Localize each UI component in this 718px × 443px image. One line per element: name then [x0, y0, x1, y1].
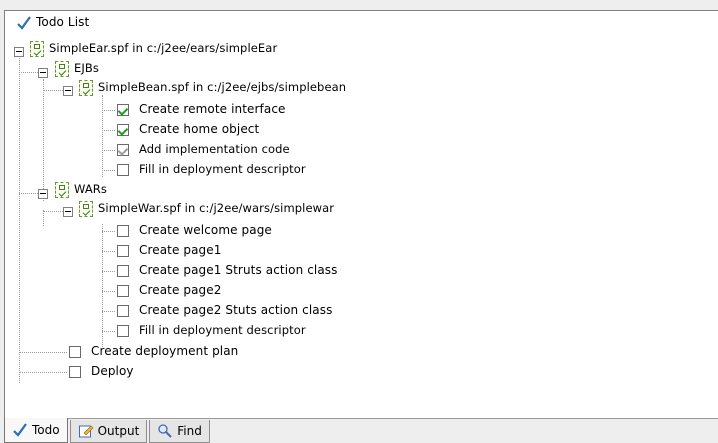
- tab-find[interactable]: Find: [149, 420, 210, 443]
- todo-task[interactable]: Fill in deployment descriptor: [117, 321, 306, 340]
- tree-guide-line: [102, 130, 115, 131]
- todo-tree-panel: Todo List SimpleEar.spf in c:/j2ee/ears/…: [4, 10, 718, 419]
- tree-guide-line: [19, 193, 38, 194]
- todo-task[interactable]: Add implementation code: [117, 140, 290, 159]
- tree-node-label: WARs: [74, 182, 107, 196]
- task-checkbox[interactable]: [117, 163, 129, 176]
- task-label: Fill in deployment descriptor: [139, 323, 306, 337]
- tree-node-label: SimpleWar.spf in c:/j2ee/wars/simplewar: [98, 201, 335, 215]
- todo-file-icon: [79, 79, 93, 96]
- magnifier-icon: [157, 423, 173, 439]
- collapse-toggle[interactable]: [38, 189, 48, 199]
- tree-node-wars[interactable]: WARs: [55, 180, 107, 199]
- tree-guide-line: [43, 211, 65, 212]
- todo-task[interactable]: Create deployment plan: [69, 342, 238, 361]
- tree-guide-line: [102, 150, 115, 151]
- todo-task[interactable]: Create page1: [117, 241, 222, 260]
- collapse-toggle[interactable]: [14, 47, 24, 57]
- todo-task[interactable]: Deploy: [69, 362, 134, 381]
- tree-guide-line: [19, 53, 20, 383]
- tree-guide-line: [19, 352, 67, 353]
- tree-node-label: SimpleEar.spf in c:/j2ee/ears/simpleEar: [49, 41, 278, 55]
- todo-folder-icon: [55, 181, 69, 198]
- check-icon: [17, 15, 31, 30]
- tree-guide-line: [102, 110, 115, 111]
- tree-guide-line: [102, 224, 103, 347]
- collapse-toggle[interactable]: [63, 207, 73, 217]
- tree-guide-line: [43, 79, 44, 201]
- tree-node-label: EJBs: [74, 61, 99, 75]
- task-checkbox[interactable]: [117, 143, 129, 156]
- task-checkbox[interactable]: [117, 304, 129, 317]
- tree-node-label: SimpleBean.spf in c:/j2ee/ejbs/simplebea…: [98, 80, 347, 94]
- collapse-toggle[interactable]: [63, 86, 73, 96]
- tab-label: Find: [177, 424, 202, 438]
- task-checkbox[interactable]: [117, 244, 129, 257]
- todo-task[interactable]: Create welcome page: [117, 221, 272, 240]
- tree-guide-line: [19, 72, 38, 73]
- tab-label: Output: [97, 424, 140, 438]
- pencil-icon: [78, 423, 94, 439]
- todo-file-icon: [30, 40, 44, 57]
- task-checkbox[interactable]: [117, 224, 129, 237]
- task-checkbox[interactable]: [69, 365, 81, 378]
- tree-guide-line: [102, 331, 115, 332]
- tree-guide-line: [102, 311, 115, 312]
- task-checkbox[interactable]: [69, 345, 81, 358]
- task-label: Create page1: [139, 243, 222, 257]
- todo-task[interactable]: Fill in deployment descriptor: [117, 160, 306, 179]
- tree-node-simpleear[interactable]: SimpleEar.spf in c:/j2ee/ears/simpleEar: [30, 39, 277, 58]
- check-icon: [12, 422, 28, 438]
- todo-task[interactable]: Create page1 Struts action class: [117, 261, 337, 280]
- task-checkbox[interactable]: [117, 284, 129, 297]
- todo-task[interactable]: Create remote interface: [117, 100, 286, 119]
- task-label: Create deployment plan: [91, 344, 239, 358]
- task-checkbox[interactable]: [117, 264, 129, 277]
- task-label: Fill in deployment descriptor: [139, 162, 306, 176]
- tree-root-label: Todo List: [36, 15, 90, 29]
- task-label: Create page2 Stuts action class: [139, 303, 333, 317]
- tree-guide-line: [102, 271, 115, 272]
- tab-label: Todo: [32, 423, 60, 437]
- tree-guide-line: [102, 95, 103, 177]
- tab-output[interactable]: Output: [69, 420, 148, 443]
- task-label: Deploy: [91, 364, 134, 378]
- task-label: Create welcome page: [139, 223, 272, 237]
- todo-task[interactable]: Create home object: [117, 120, 259, 139]
- todo-task[interactable]: Create page2 Stuts action class: [117, 301, 332, 320]
- task-label: Add implementation code: [139, 142, 290, 156]
- tree-root[interactable]: Todo List: [17, 13, 89, 32]
- collapse-toggle[interactable]: [38, 68, 48, 78]
- tree-guide-line: [43, 90, 65, 91]
- task-checkbox[interactable]: [117, 324, 129, 337]
- task-label: Create page2: [139, 283, 222, 297]
- tree-guide-line: [19, 372, 67, 373]
- tab-todo[interactable]: Todo: [4, 418, 68, 443]
- todo-file-icon: [79, 200, 93, 217]
- task-label: Create remote interface: [139, 102, 286, 116]
- tree-guide-line: [102, 251, 115, 252]
- bottom-tab-bar: Todo Output Find: [4, 418, 210, 443]
- task-label: Create home object: [139, 122, 260, 136]
- tree-node-simplewar[interactable]: SimpleWar.spf in c:/j2ee/wars/simplewar: [79, 199, 334, 218]
- task-checkbox[interactable]: [117, 123, 129, 136]
- todo-task[interactable]: Create page2: [117, 281, 222, 300]
- tree-node-ejbs[interactable]: EJBs: [55, 59, 99, 78]
- task-label: Create page1 Struts action class: [139, 263, 338, 277]
- tree-node-simplebean[interactable]: SimpleBean.spf in c:/j2ee/ejbs/simplebea…: [79, 78, 346, 97]
- task-checkbox[interactable]: [117, 103, 129, 116]
- tree-guide-line: [102, 231, 115, 232]
- tree-guide-line: [102, 291, 115, 292]
- todo-folder-icon: [55, 60, 69, 77]
- tree-guide-line: [43, 210, 44, 226]
- tree-guide-line: [102, 170, 115, 171]
